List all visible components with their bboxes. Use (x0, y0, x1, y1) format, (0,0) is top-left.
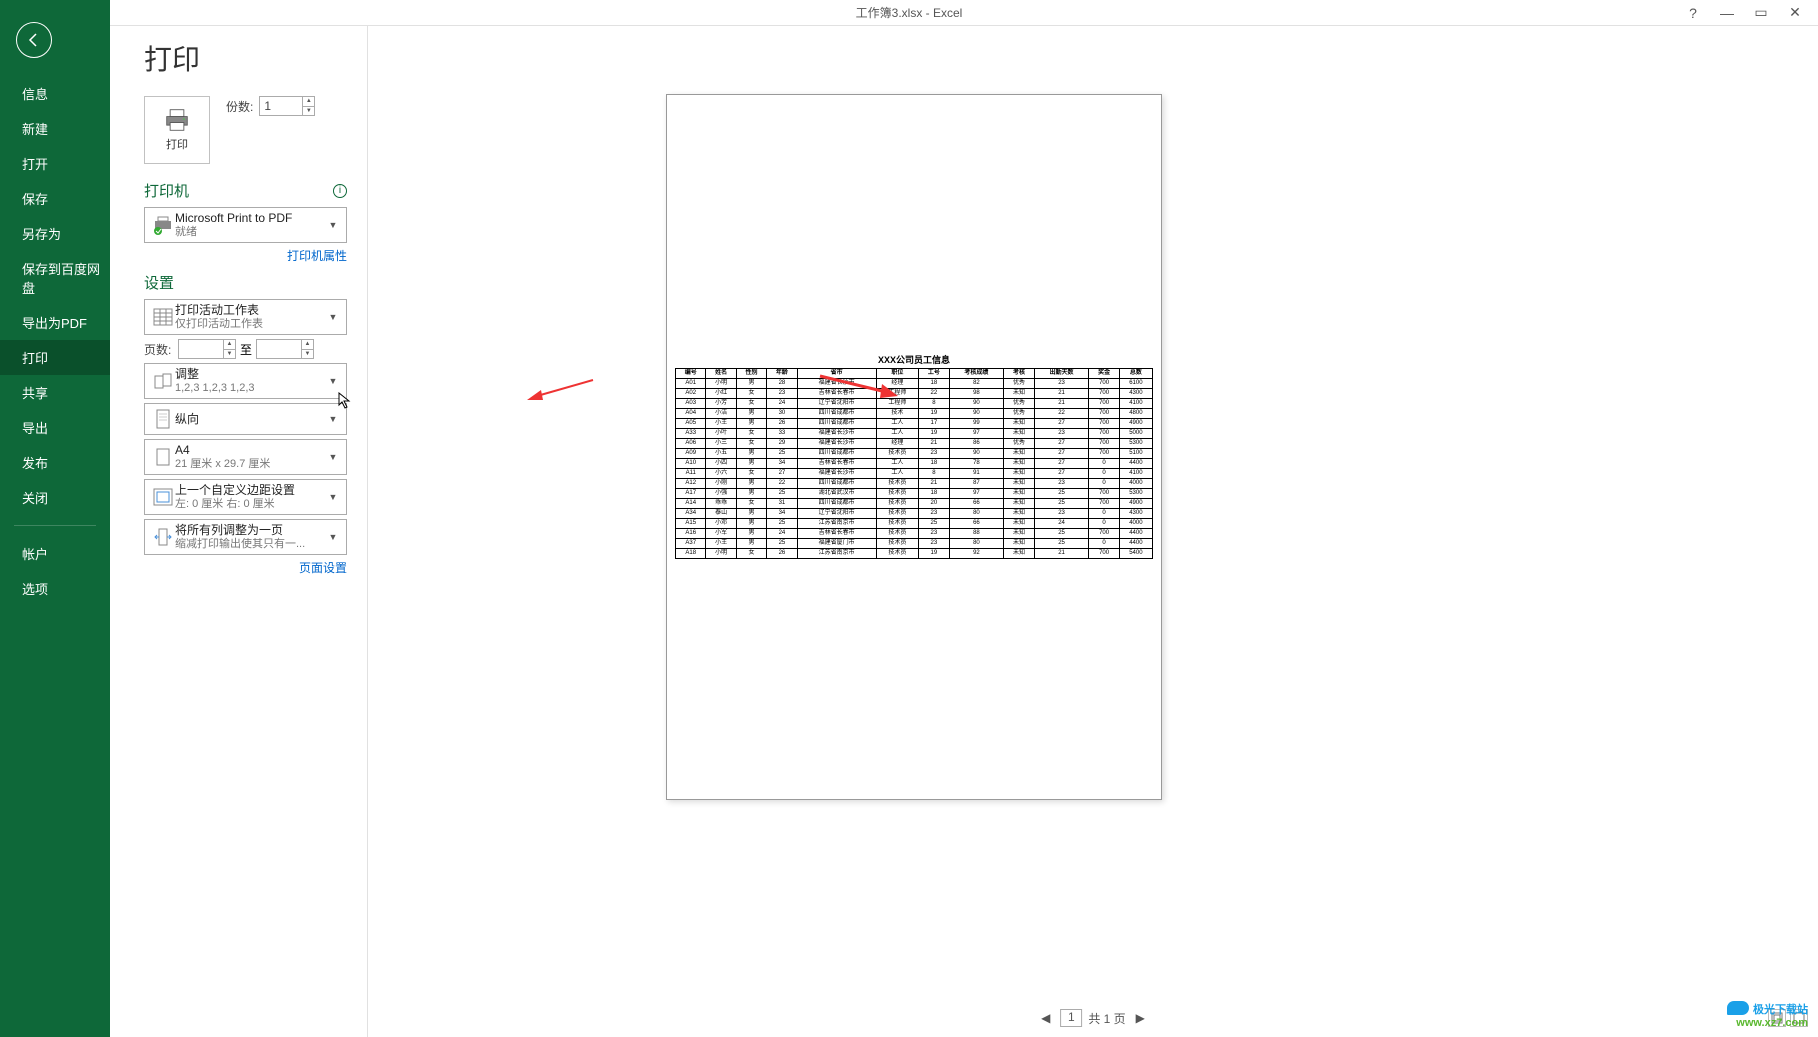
window-title: 工作簿3.xlsx - Excel (856, 4, 963, 21)
pages-to-input[interactable]: ▲▼ (256, 339, 314, 359)
pages-from-input[interactable]: ▲▼ (178, 339, 236, 359)
table-row: A15小邓男25江苏省南京市技术员2566未知2404000 (676, 519, 1153, 529)
table-row: A11小六女27福建省长沙市工人891未知2704100 (676, 469, 1153, 479)
portrait-icon (151, 409, 175, 429)
table-row: A18小明女26江苏省南京市技术员1992未知217005400 (676, 549, 1153, 559)
settings-section-title: 设置 (144, 272, 347, 293)
collate-dropdown[interactable]: 调整1,2,3 1,2,3 1,2,3 ▼ (144, 363, 347, 399)
sidebar-item-new[interactable]: 新建 (0, 111, 110, 146)
table-row: A09小五男25四川省成都市技术员2390未知277005100 (676, 449, 1153, 459)
table-row: A33小叶女33福建省长沙市工人1997未知237005000 (676, 429, 1153, 439)
copies-label: 份数: (226, 98, 253, 115)
settings-panel: 打印 打印 份数: 1 ▲▼ 打印机 i Microsoft Print to … (110, 26, 368, 1037)
pages-to-label: 至 (240, 341, 252, 358)
scaling-dropdown[interactable]: 将所有列调整为一页缩减打印输出使其只有一... ▼ (144, 519, 347, 555)
chevron-down-icon: ▼ (326, 312, 340, 322)
sidebar-item-saveas[interactable]: 另存为 (0, 216, 110, 251)
table-row: A12小刚男22四川省成都市技术员2187未知2304000 (676, 479, 1153, 489)
chevron-down-icon: ▼ (326, 376, 340, 386)
minimize-button[interactable]: — (1710, 2, 1744, 24)
watermark: 极光下载站 www.xz7.com (1727, 1001, 1808, 1029)
page-icon (151, 448, 175, 466)
table-row: A34泰山男34辽宁省沈阳市技术员2380未知2304300 (676, 509, 1153, 519)
margins-dropdown[interactable]: 上一个自定义边距设置左: 0 厘米 右: 0 厘米 ▼ (144, 479, 347, 515)
sidebar-item-export[interactable]: 导出 (0, 410, 110, 445)
sidebar-divider (14, 525, 96, 526)
preview-area: XXX公司员工信息 编号姓名性别年龄省市职位工号考核成绩考核出勤天数奖金总数 A… (368, 26, 1818, 1037)
sidebar-item-publish[interactable]: 发布 (0, 445, 110, 480)
pages-label: 页数: (144, 341, 174, 358)
back-button[interactable] (16, 22, 52, 58)
sidebar-item-exportpdf[interactable]: 导出为PDF (0, 305, 110, 340)
annotation-arrow-small (523, 376, 603, 416)
file-sidebar: 信息 新建 打开 保存 另存为 保存到百度网盘 导出为PDF 打印 共享 导出 … (0, 0, 110, 1037)
chevron-down-icon: ▼ (326, 452, 340, 462)
print-button-label: 打印 (166, 136, 188, 152)
copies-input[interactable]: 1 ▲▼ (259, 96, 315, 116)
table-row: A06小三女29福建省长沙市经理2186优秀277005300 (676, 439, 1153, 449)
printer-ready-icon (151, 215, 175, 235)
title-bar: 工作簿3.xlsx - Excel ? — ▭ ✕ (0, 0, 1818, 26)
table-row: A03小芳女24辽宁省沈阳市工程师890优秀217004100 (676, 399, 1153, 409)
sidebar-item-share[interactable]: 共享 (0, 375, 110, 410)
page-setup-link[interactable]: 页面设置 (144, 559, 347, 576)
preview-page: XXX公司员工信息 编号姓名性别年龄省市职位工号考核成绩考核出勤天数奖金总数 A… (666, 94, 1162, 800)
chevron-down-icon: ▼ (326, 532, 340, 542)
chevron-down-icon: ▼ (326, 220, 340, 230)
preview-table-title: XXX公司员工信息 (878, 353, 950, 366)
sidebar-item-close[interactable]: 关闭 (0, 480, 110, 515)
table-row: A04小洁男30四川省成都市技术1990优秀227004800 (676, 409, 1153, 419)
table-row: A01小明男28福建省长沙市经理1882优秀237006100 (676, 379, 1153, 389)
printer-section-title: 打印机 i (144, 180, 347, 201)
print-button[interactable]: 打印 (144, 96, 210, 164)
table-row: A02小红女23吉林省长春市工程师2298未知217004300 (676, 389, 1153, 399)
printer-icon (163, 108, 191, 132)
spinner-down-icon[interactable]: ▼ (302, 107, 314, 116)
margins-icon (151, 488, 175, 506)
printer-dropdown[interactable]: Microsoft Print to PDF就绪 ▼ (144, 207, 347, 243)
sidebar-item-open[interactable]: 打开 (0, 146, 110, 181)
orientation-dropdown[interactable]: 纵向 ▼ (144, 403, 347, 435)
sidebar-item-baidu[interactable]: 保存到百度网盘 (0, 251, 110, 305)
table-row: A05小王男26四川省成都市工人1799未知277004900 (676, 419, 1153, 429)
help-button[interactable]: ? (1676, 2, 1710, 24)
sidebar-item-save[interactable]: 保存 (0, 181, 110, 216)
table-row: A17小强男25湖北省武汉市技术员1897未知257005300 (676, 489, 1153, 499)
sidebar-item-print[interactable]: 打印 (0, 340, 110, 375)
restore-button[interactable]: ▭ (1744, 2, 1778, 24)
window-controls: ? — ▭ ✕ (1676, 2, 1812, 24)
spinner-up-icon[interactable]: ▲ (302, 97, 314, 107)
table-row: A16小军男24吉林省长春市技术员2388未知257004400 (676, 529, 1153, 539)
close-button[interactable]: ✕ (1778, 2, 1812, 24)
preview-table: 编号姓名性别年龄省市职位工号考核成绩考核出勤天数奖金总数 A01小明男28福建省… (675, 368, 1153, 559)
table-row: A10小四男34吉林省长春市工人1878未知2704400 (676, 459, 1153, 469)
page-total: 共 1 页 (1088, 1010, 1125, 1027)
sidebar-item-account[interactable]: 帐户 (0, 536, 110, 571)
print-what-dropdown[interactable]: 打印活动工作表仅打印活动工作表 ▼ (144, 299, 347, 335)
table-row: A14乖乖女31四川省成都市技术员2066未知257004900 (676, 499, 1153, 509)
paper-size-dropdown[interactable]: A421 厘米 x 29.7 厘米 ▼ (144, 439, 347, 475)
sidebar-item-options[interactable]: 选项 (0, 571, 110, 606)
sidebar-item-info[interactable]: 信息 (0, 76, 110, 111)
fit-columns-icon (151, 528, 175, 546)
content-area: 打印 打印 份数: 1 ▲▼ 打印机 i Microsoft Print to … (110, 26, 1818, 1037)
sheets-icon (151, 308, 175, 326)
page-heading: 打印 (144, 38, 347, 78)
preview-page-nav: ◀ 1 共 1 页 ▶ (1037, 1009, 1149, 1027)
chevron-down-icon: ▼ (326, 492, 340, 502)
printer-properties-link[interactable]: 打印机属性 (144, 247, 347, 264)
prev-page-button[interactable]: ◀ (1037, 1011, 1054, 1025)
next-page-button[interactable]: ▶ (1132, 1011, 1149, 1025)
table-row: A37小王男25福建省厦门市技术员2380未知2504400 (676, 539, 1153, 549)
page-number-input[interactable]: 1 (1060, 1009, 1082, 1027)
chevron-down-icon: ▼ (326, 414, 340, 424)
watermark-logo-icon (1727, 1001, 1749, 1015)
collate-icon (151, 372, 175, 390)
info-icon[interactable]: i (333, 184, 347, 198)
